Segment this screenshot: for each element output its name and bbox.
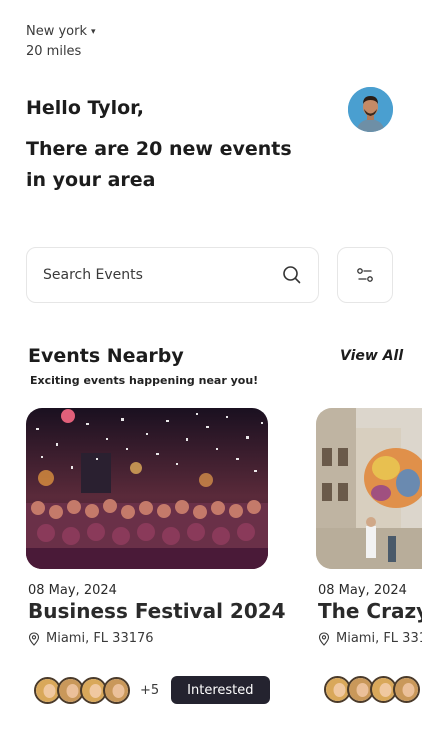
- event-title[interactable]: Business Festival 2024: [28, 599, 286, 623]
- section-subtitle: Exciting events happening near you!: [30, 374, 259, 387]
- dropdown-dot-icon[interactable]: ▾: [91, 27, 96, 37]
- section-title: Events Nearby: [28, 345, 184, 367]
- search-bar[interactable]: [26, 247, 319, 303]
- extra-attendees-count: +5: [140, 682, 160, 698]
- avatar[interactable]: [348, 87, 393, 132]
- filter-icon[interactable]: [356, 266, 374, 284]
- event-location-text: Miami, FL 331: [336, 631, 422, 646]
- event-card[interactable]: 08 May, 2024 The Crazy Miami, FL 331: [316, 408, 422, 703]
- headline-text: There are 20 new events in your area: [26, 138, 292, 191]
- event-location-text: Miami, FL 33176: [46, 631, 154, 646]
- attendee-group: +5 Interested: [34, 676, 270, 704]
- attendee-group: [324, 676, 420, 703]
- attendee-avatar: [103, 676, 130, 704]
- search-input[interactable]: [43, 267, 282, 283]
- event-image[interactable]: [316, 408, 422, 569]
- location-city[interactable]: New york: [26, 24, 87, 39]
- location-radius: 20 miles: [26, 44, 82, 59]
- location-selector[interactable]: New york ▾: [26, 24, 96, 39]
- interested-button[interactable]: Interested: [171, 676, 270, 704]
- event-location: Miami, FL 33176: [28, 631, 154, 646]
- search-icon[interactable]: [282, 265, 302, 285]
- location-pin-icon: [318, 631, 330, 646]
- event-card[interactable]: 08 May, 2024 Business Festival 2024 Miam…: [26, 408, 286, 704]
- event-date: 08 May, 2024: [318, 583, 407, 598]
- location-pin-icon: [28, 631, 40, 646]
- event-location: Miami, FL 331: [318, 631, 422, 646]
- event-title[interactable]: The Crazy: [318, 599, 422, 623]
- filter-button[interactable]: [337, 247, 393, 303]
- attendee-avatar: [393, 676, 420, 703]
- greeting-text: Hello Tylor,: [26, 97, 144, 119]
- event-image[interactable]: [26, 408, 268, 569]
- app-screen: New york ▾ 20 miles Hello Tylor, There a…: [0, 0, 422, 750]
- event-date: 08 May, 2024: [28, 583, 117, 598]
- view-all-link[interactable]: View All: [340, 348, 403, 364]
